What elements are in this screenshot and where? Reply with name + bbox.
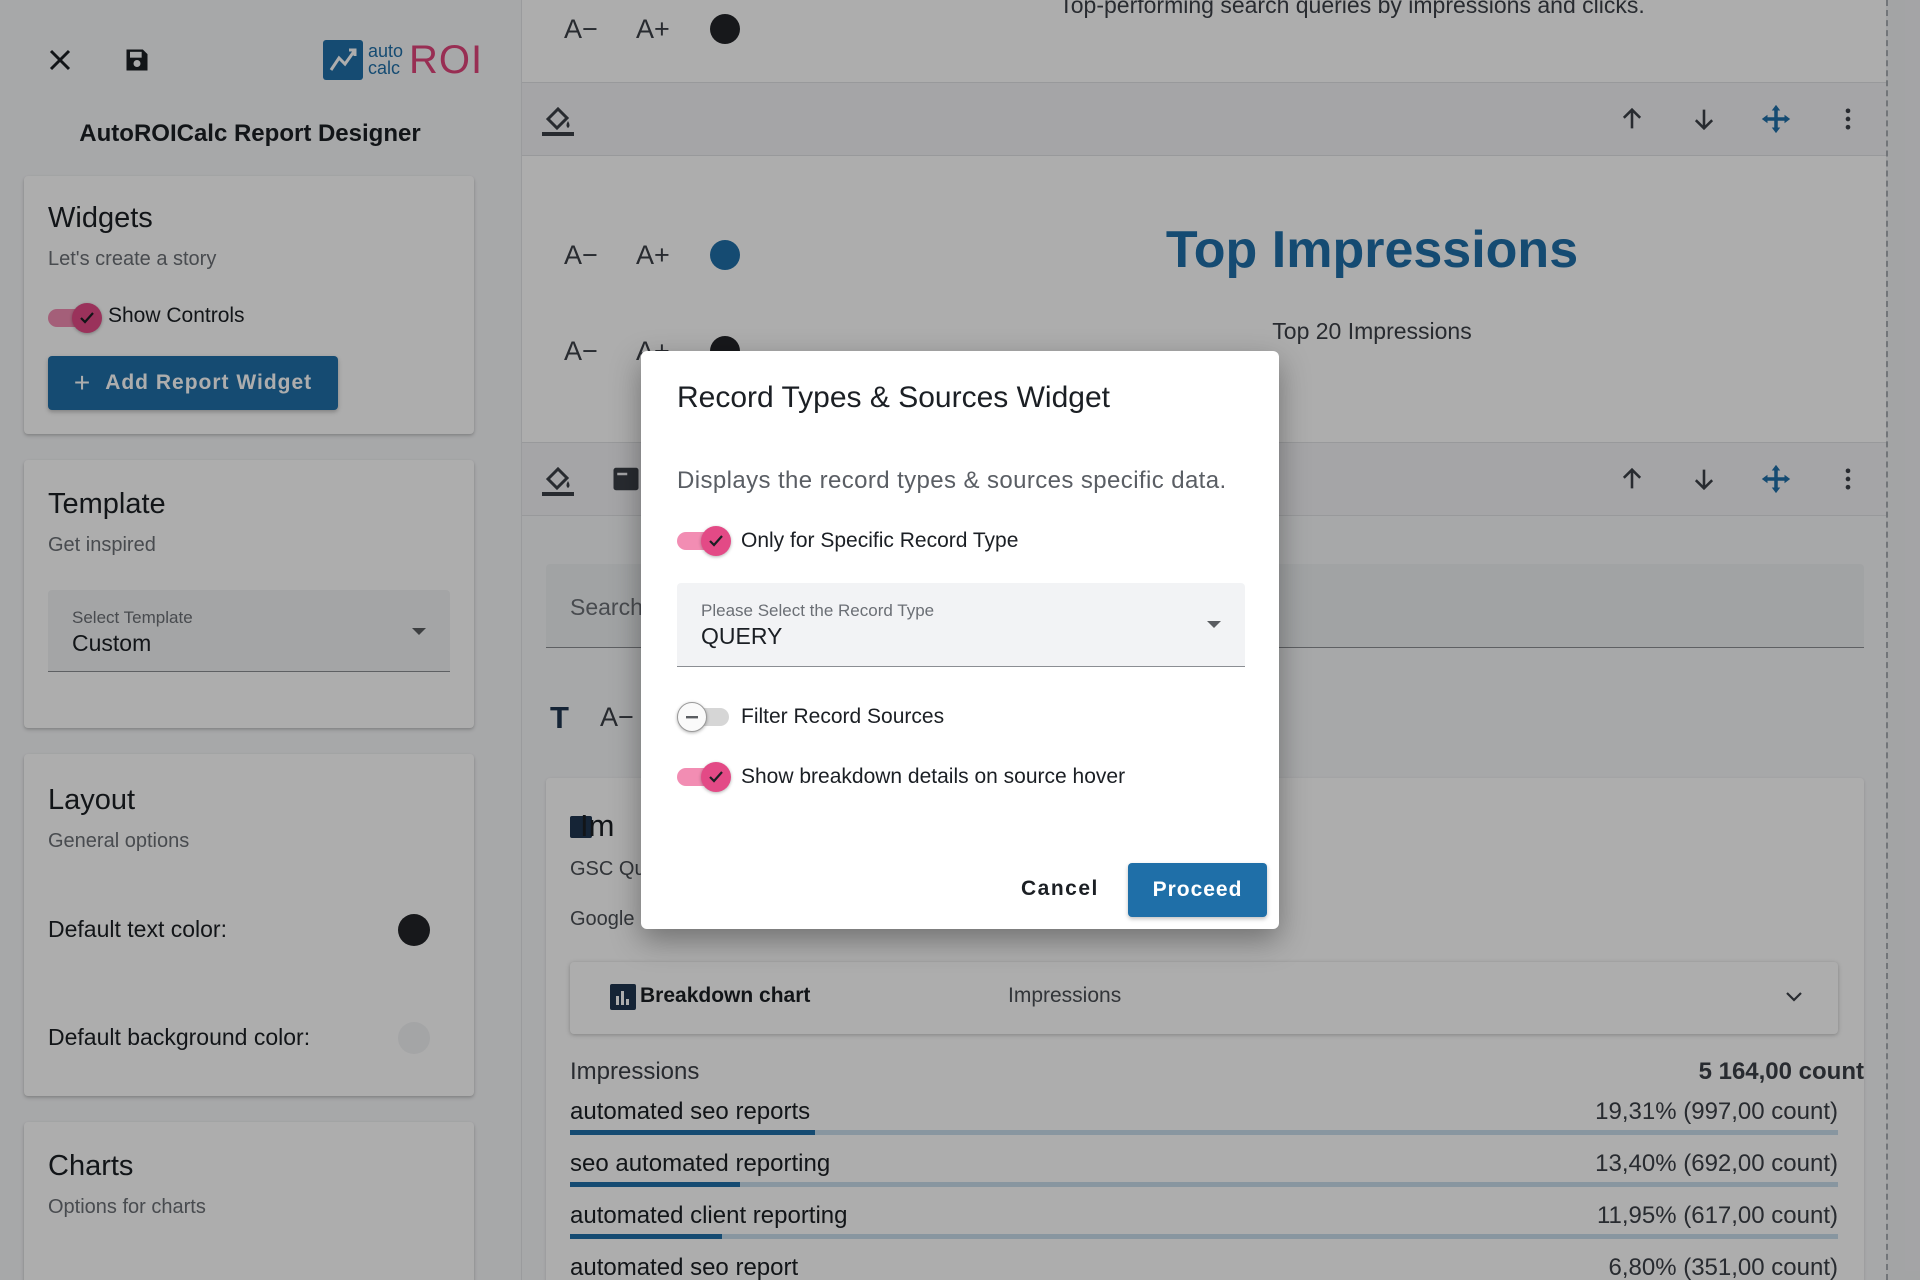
specific-record-type-toggle[interactable] bbox=[677, 525, 733, 556]
breakdown-hover-toggle[interactable] bbox=[677, 761, 733, 792]
dialog-title: Record Types & Sources Widget bbox=[677, 381, 1110, 414]
check-icon bbox=[701, 526, 731, 556]
specific-record-type-label: Only for Specific Record Type bbox=[741, 529, 1019, 552]
filter-record-sources-label: Filter Record Sources bbox=[741, 705, 945, 728]
breakdown-hover-label: Show breakdown details on source hover bbox=[741, 765, 1126, 788]
check-icon bbox=[701, 762, 731, 792]
proceed-button[interactable]: Proceed bbox=[1128, 863, 1267, 917]
cancel-button[interactable]: Cancel bbox=[1021, 877, 1099, 901]
filter-record-sources-toggle[interactable] bbox=[677, 701, 733, 732]
minus-icon bbox=[677, 702, 707, 732]
record-types-dialog: Record Types & Sources Widget Displays t… bbox=[641, 351, 1279, 929]
dialog-description: Displays the record types & sources spec… bbox=[677, 467, 1227, 494]
record-type-select-label: Please Select the Record Type bbox=[701, 601, 935, 620]
caret-down-icon bbox=[1207, 621, 1221, 628]
record-type-select-value: QUERY bbox=[701, 623, 783, 649]
record-type-select[interactable]: Please Select the Record Type QUERY bbox=[677, 583, 1245, 667]
